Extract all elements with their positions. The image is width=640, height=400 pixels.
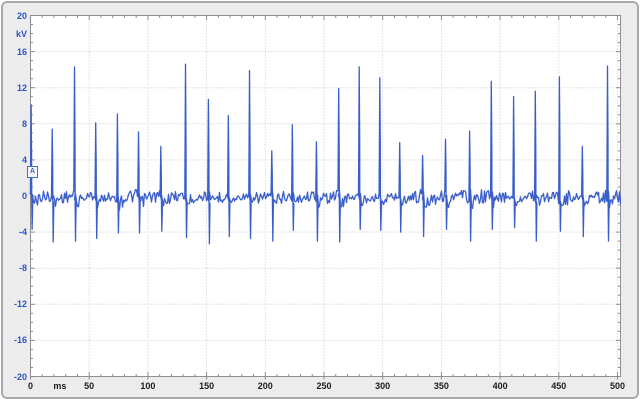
y-tick-label: -12 (13, 299, 27, 310)
x-tick-label: 400 (492, 381, 508, 391)
screenshot-root: 20 16 12 8 4 0 -4 -8 -12 -16 -20 0 50 100 150 200 250 300… (0, 0, 640, 400)
waveform-chart (29, 15, 622, 380)
x-tick-label: 0 (27, 381, 34, 391)
y-tick-label: -4 (18, 227, 27, 238)
y-tick-label: 16 (16, 46, 27, 57)
x-tick-label: 450 (551, 381, 567, 391)
y-tick-label: 4 (21, 154, 27, 165)
x-tick-label: 350 (433, 381, 449, 391)
channel-a-marker: A (27, 166, 38, 178)
x-tick-label: 250 (316, 381, 332, 391)
x-tick-label: 200 (257, 381, 273, 391)
y-axis-unit-label: kV (15, 29, 27, 39)
x-tick-label: 50 (84, 381, 95, 391)
y-tick-label: 12 (16, 82, 27, 93)
y-tick-label: 8 (21, 118, 27, 129)
y-tick-label: -16 (13, 335, 27, 346)
x-tick-label: 300 (375, 381, 391, 391)
y-tick-label: -8 (18, 263, 27, 274)
y-tick-label: 20 (16, 10, 27, 21)
x-tick-label: 100 (140, 381, 156, 391)
x-tick-label: 150 (199, 381, 215, 391)
x-axis-unit-label: ms (53, 381, 67, 391)
y-tick-label: 0 (21, 191, 27, 201)
x-tick-label: 500 (609, 381, 626, 391)
y-tick-label: -20 (13, 371, 27, 382)
